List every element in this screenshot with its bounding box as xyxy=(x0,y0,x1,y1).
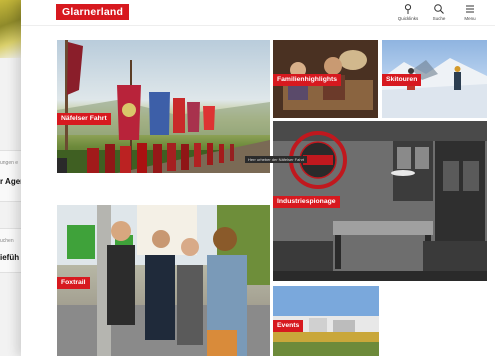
tile-foxtrail[interactable]: Foxtrail xyxy=(57,205,270,356)
tile-label: Foxtrail xyxy=(57,277,90,289)
tile-events[interactable]: Events xyxy=(273,286,379,356)
quicklinks-button[interactable]: Quicklinks xyxy=(393,3,423,21)
background-heading: r Ager xyxy=(0,177,24,186)
front-page: Glarnerland Quicklinks Suche Menu Näfels… xyxy=(21,0,495,356)
top-navigation-bar: Glarnerland Quicklinks Suche Menu xyxy=(21,0,495,26)
tile-skitouren[interactable]: Skitouren xyxy=(382,40,487,118)
glarnerland-logo[interactable]: Glarnerland xyxy=(56,4,130,20)
quicklinks-label: Quicklinks xyxy=(397,16,419,21)
background-heading: iefüh xyxy=(0,253,20,262)
image-caption: Herr urheber der Näfelser Fahrt xyxy=(245,156,308,163)
tile-label: Industriespionage xyxy=(273,196,340,208)
tile-industriespionage[interactable]: Industriespionage xyxy=(273,121,487,281)
search-icon xyxy=(434,4,444,14)
screenshot: ungen e r Ager uchen iefüh Glarnerland Q… xyxy=(0,0,495,356)
search-button[interactable]: Suche xyxy=(424,3,454,21)
menu-label: Menu xyxy=(464,16,476,21)
tile-familienhighlights[interactable]: Familienhighlights xyxy=(273,40,378,118)
tile-naefelser-fahrt[interactable]: Näfelser Fahrt xyxy=(57,40,270,173)
procession-image xyxy=(57,40,270,173)
pin-icon xyxy=(404,4,412,14)
search-label: Suche xyxy=(432,16,446,21)
menu-button[interactable]: Menu xyxy=(455,3,485,21)
tile-label: Familienhighlights xyxy=(273,74,342,86)
tile-label: Näfelser Fahrt xyxy=(57,113,111,125)
tile-label: Events xyxy=(273,320,304,332)
tile-label: Skitouren xyxy=(382,74,422,86)
background-text: ungen e xyxy=(0,160,19,166)
menu-icon xyxy=(466,5,474,13)
background-text: uchen xyxy=(0,238,14,244)
